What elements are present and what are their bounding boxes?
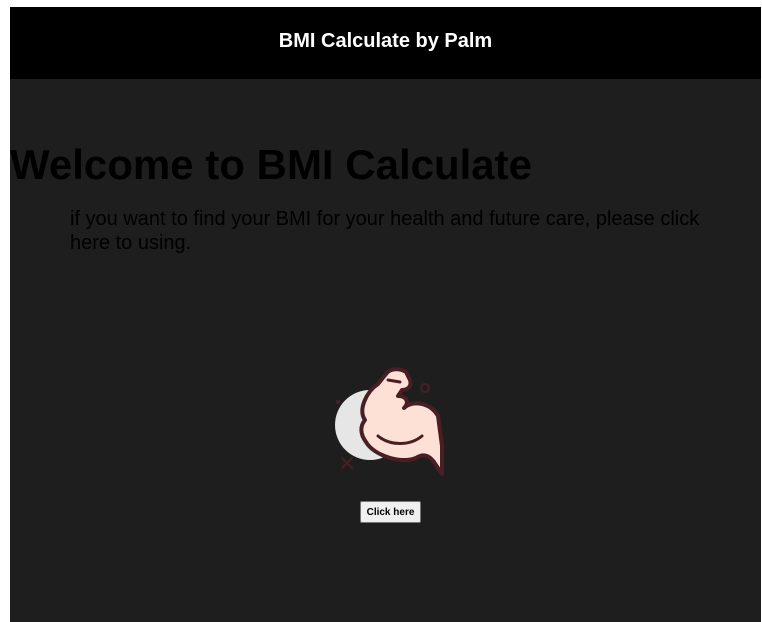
decor-cross: [341, 457, 353, 469]
decor-ring: [420, 383, 430, 393]
app-frame: BMI Calculate by Palm Welcome to BMI Cal…: [10, 7, 761, 622]
click-here-button[interactable]: Click here: [360, 501, 421, 523]
top-bar: BMI Calculate by Palm: [10, 7, 761, 79]
flexed-bicep-icon: [330, 362, 445, 477]
decor-dot: [336, 400, 340, 404]
welcome-subtitle: if you want to find your BMI for your he…: [70, 208, 700, 254]
welcome-heading: Welcome to BMI Calculate: [10, 141, 533, 188]
app-title: BMI Calculate by Palm: [278, 29, 493, 52]
fist-detail: [386, 378, 402, 384]
